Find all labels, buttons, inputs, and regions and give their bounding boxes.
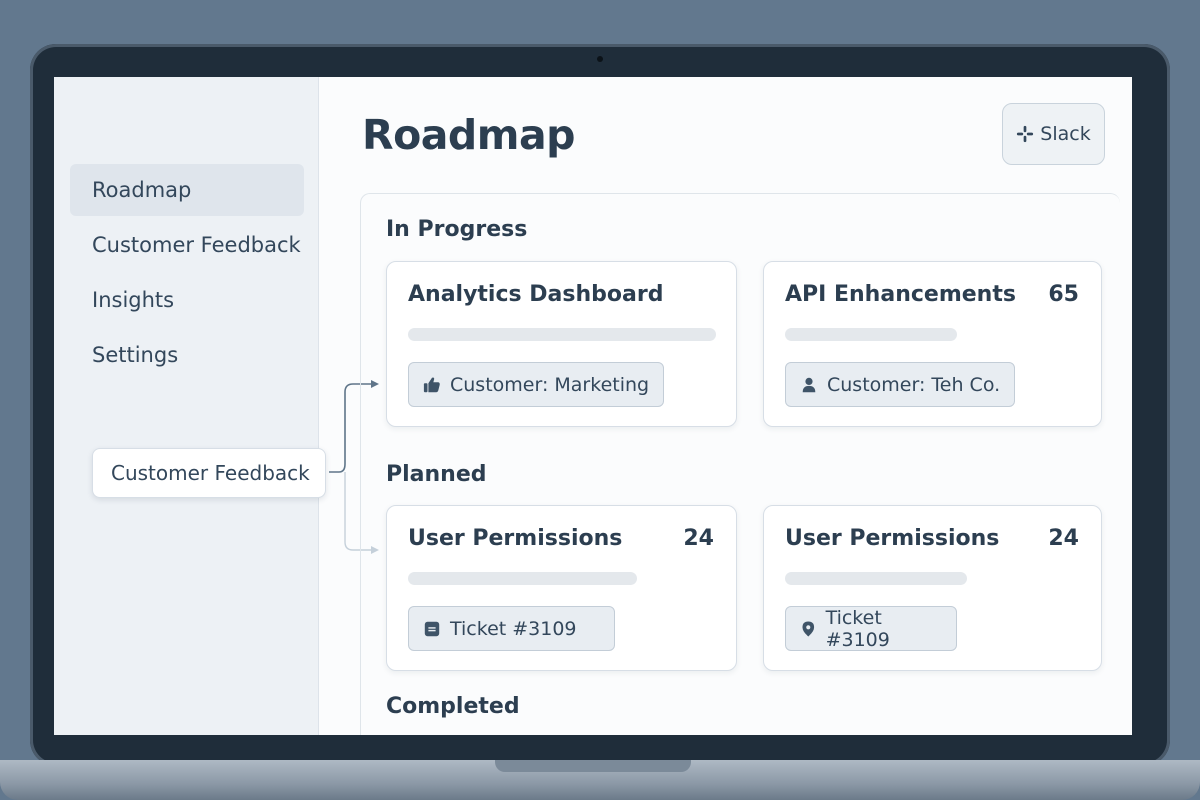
section-title-planned: Planned [386, 462, 487, 487]
card-title: User Permissions [785, 526, 1000, 551]
floating-customer-feedback-chip[interactable]: Customer Feedback [92, 448, 326, 498]
slack-button[interactable]: Slack [1002, 103, 1105, 165]
card-progress-bar [785, 572, 967, 585]
sidebar: Roadmap Customer Feedback Insights Setti… [54, 77, 319, 735]
page-title: Roadmap [362, 111, 576, 159]
slack-button-label: Slack [1040, 123, 1091, 145]
card-count: 24 [1048, 526, 1079, 551]
location-pin-icon [802, 621, 815, 636]
sidebar-item-insights[interactable]: Insights [70, 274, 304, 326]
card-title: Analytics Dashboard [408, 282, 664, 307]
card-count: 24 [683, 526, 714, 551]
user-icon [802, 377, 816, 392]
card-tag[interactable]: Ticket #3109 [785, 606, 957, 651]
camera [597, 56, 603, 62]
roadmap-card[interactable]: User Permissions 24 Ticket #3109 [386, 505, 737, 671]
app-screen: Roadmap Customer Feedback Insights Setti… [54, 77, 1132, 735]
roadmap-card[interactable]: API Enhancements 65 Customer: Teh Co. [763, 261, 1102, 427]
thumbs-up-icon [423, 377, 440, 392]
sidebar-item-customer-feedback[interactable]: Customer Feedback [70, 219, 304, 271]
roadmap-card[interactable]: Analytics Dashboard Customer: Marketing [386, 261, 737, 427]
roadmap-card[interactable]: User Permissions 24 Ticket #3109 [763, 505, 1102, 671]
slack-icon [1017, 125, 1034, 143]
card-tag-label: Customer: Teh Co. [827, 373, 1001, 396]
ticket-icon [424, 621, 440, 636]
card-progress-bar [408, 572, 637, 585]
sidebar-item-roadmap[interactable]: Roadmap [70, 164, 304, 216]
card-tag-label: Ticket #3109 [825, 606, 890, 651]
card-tag-label: Customer: Marketing [450, 373, 650, 396]
card-tag[interactable]: Customer: Marketing [408, 362, 665, 407]
sidebar-item-settings[interactable]: Settings [70, 329, 304, 381]
card-title: User Permissions [408, 526, 623, 551]
laptop-base-notch [495, 760, 691, 772]
card-progress-bar [408, 328, 716, 341]
card-tag[interactable]: Ticket #3109 [408, 606, 615, 651]
card-title: API Enhancements [785, 282, 1016, 307]
section-title-in-progress: In Progress [386, 217, 528, 242]
card-progress-bar [785, 328, 957, 341]
laptop-base [0, 760, 1200, 800]
card-tag-label: Ticket #3109 [450, 617, 577, 640]
section-title-completed: Completed [386, 694, 520, 719]
card-tag[interactable]: Customer: Teh Co. [785, 362, 1016, 407]
card-count: 65 [1048, 282, 1079, 307]
